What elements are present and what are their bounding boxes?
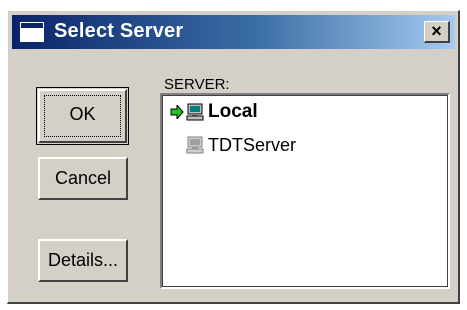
window-icon [20,22,44,42]
computer-icon [186,103,204,121]
details-button[interactable]: Details... [38,239,128,282]
ok-button[interactable]: OK [36,87,129,145]
server-list-label: SERVER: [164,76,230,93]
close-button[interactable]: × [424,21,450,43]
computer-icon [186,136,204,154]
cancel-button[interactable]: Cancel [38,157,128,200]
green-arrow-icon [170,105,184,119]
server-name: TDTServer [208,134,297,155]
window-title: Select Server [54,20,184,42]
select-server-dialog: Select Server × OK Cancel Details... SER… [7,10,460,304]
server-item-tdtserver[interactable]: TDTServer [186,133,296,157]
title-bar[interactable]: Select Server × [12,15,455,49]
server-list[interactable]: Local TDTServer [160,93,450,289]
ok-button-label: OK [69,104,96,124]
server-item-local[interactable]: Local [170,100,258,124]
server-name: Local [208,101,258,122]
